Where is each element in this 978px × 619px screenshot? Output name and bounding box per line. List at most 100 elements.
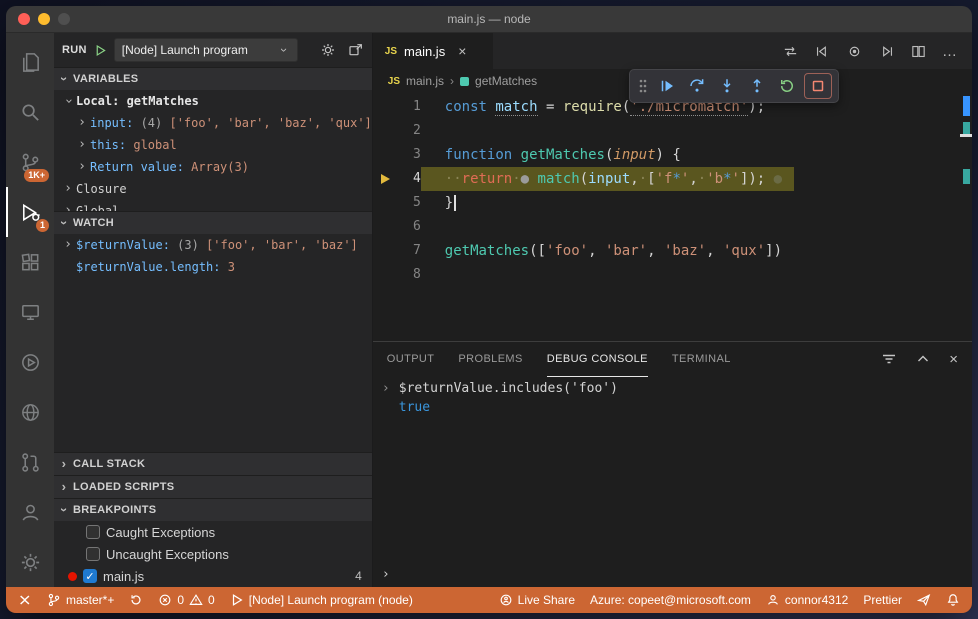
scrollbar-thumb[interactable] <box>960 134 972 137</box>
breakpoint-row[interactable]: Caught Exceptions <box>54 521 372 543</box>
variable-row[interactable]: › this: global <box>54 134 372 156</box>
panel-tab-problems[interactable]: PROBLEMS <box>458 342 522 377</box>
zoom-window-icon[interactable] <box>58 13 70 25</box>
watch-row-label: $returnValue: (3) ['foo', 'bar', 'baz'] <box>76 238 358 252</box>
step-over-button[interactable] <box>684 74 710 98</box>
sidebar-item-accounts[interactable] <box>6 487 54 537</box>
code-line[interactable]: 7 getMatches(['foo', 'bar', 'baz', 'qux']… <box>373 239 972 263</box>
github-account[interactable]: connor4312 <box>766 593 848 607</box>
code-line[interactable]: 2 <box>373 119 972 143</box>
title-bar[interactable]: main.js — node <box>6 6 972 33</box>
restart-button[interactable] <box>774 74 800 98</box>
formatter-indicator[interactable]: Prettier <box>863 593 902 607</box>
chevron-up-icon[interactable] <box>915 351 931 367</box>
sidebar-item-extensions[interactable] <box>6 237 54 287</box>
remote-indicator[interactable] <box>18 593 32 607</box>
code-editor[interactable]: 1 const match = require('./micromatch'); 2… <box>373 93 972 341</box>
problems-indicator[interactable]: 0 0 <box>158 593 215 607</box>
notifications-button[interactable] <box>946 593 960 607</box>
code-line[interactable]: 6 <box>373 215 972 239</box>
breakpoints-section-header[interactable]: › BREAKPOINTS <box>54 498 372 521</box>
feedback-button[interactable] <box>917 593 931 607</box>
tab-main-js[interactable]: JS main.js × <box>372 33 493 69</box>
twisty-closed-icon[interactable]: › <box>76 138 88 151</box>
open-debug-console-icon[interactable] <box>348 42 364 58</box>
twisty-closed-icon[interactable]: › <box>62 182 74 195</box>
azure-account[interactable]: Azure: copeet@microsoft.com <box>590 593 751 607</box>
panel-tab-debug-console[interactable]: DEBUG CONSOLE <box>546 342 648 377</box>
breadcrumb-symbol[interactable]: getMatches <box>475 74 537 88</box>
sidebar-item-github-pull-requests[interactable] <box>6 437 54 487</box>
console-input-row[interactable]: › <box>373 564 972 584</box>
loaded-scripts-section-header[interactable]: › LOADED SCRIPTS <box>54 475 372 498</box>
debug-settings-gear-icon[interactable] <box>320 42 336 58</box>
variable-row[interactable]: › input: (4) ['foo', 'bar', 'baz', 'qux'] <box>54 112 372 134</box>
split-editor-icon[interactable] <box>910 43 927 60</box>
close-tab-icon[interactable]: × <box>458 43 466 59</box>
call-stack-section-header[interactable]: › CALL STACK <box>54 452 372 475</box>
filter-icon[interactable] <box>881 351 897 367</box>
sidebar-item-browser[interactable] <box>6 387 54 437</box>
sidebar-item-source-control[interactable]: 1K+ <box>6 137 54 187</box>
account-icon <box>22 504 38 521</box>
debug-config-indicator[interactable]: [Node] Launch program (node) <box>230 593 413 607</box>
close-panel-icon[interactable]: × <box>949 351 958 368</box>
continue-forward-icon[interactable] <box>878 43 895 60</box>
overview-ruler[interactable] <box>960 93 972 341</box>
tab-label: main.js <box>404 43 446 59</box>
sidebar-item-remote-explorer[interactable] <box>6 287 54 337</box>
launch-config-select[interactable]: [Node] Launch program › <box>113 38 298 62</box>
console-text: $returnValue.includes('foo') <box>398 381 618 396</box>
panel-tab-output[interactable]: OUTPUT <box>387 342 435 377</box>
watch-section-header[interactable]: › WATCH <box>54 211 372 234</box>
reverse-continue-icon[interactable] <box>814 43 831 60</box>
record-icon[interactable] <box>846 43 863 60</box>
variable-row[interactable]: › Global <box>54 200 372 211</box>
stop-button[interactable] <box>803 73 832 99</box>
sidebar-item-settings[interactable] <box>6 537 54 587</box>
code-line[interactable]: 3 function getMatches(input) { <box>373 143 972 167</box>
breadcrumb-file[interactable]: main.js <box>406 74 444 88</box>
close-window-icon[interactable] <box>18 13 30 25</box>
breakpoint-checkbox[interactable] <box>86 525 100 539</box>
breakpoint-row[interactable]: ✓ main.js 4 <box>54 565 372 587</box>
watch-row[interactable]: $returnValue.length: 3 <box>54 256 372 278</box>
variables-section-header[interactable]: › VARIABLES <box>54 67 372 90</box>
variable-row[interactable]: › Closure <box>54 178 372 200</box>
variable-row[interactable]: › Return value: Array(3) <box>54 156 372 178</box>
code-line[interactable]: 5} <box>373 191 972 215</box>
code-line[interactable]: 8 <box>373 263 972 287</box>
sync-button[interactable] <box>129 593 143 607</box>
panel-tab-terminal[interactable]: TERMINAL <box>672 342 731 377</box>
twisty-open-icon[interactable]: › <box>61 95 76 107</box>
live-share-button[interactable]: Live Share <box>499 593 575 607</box>
sidebar-item-run-and-debug[interactable]: 1 <box>6 187 54 237</box>
twisty-closed-icon[interactable]: › <box>76 160 88 173</box>
console-text: true <box>398 400 431 415</box>
sidebar-item-live-preview[interactable] <box>6 337 54 387</box>
breakpoint-row[interactable]: Uncaught Exceptions <box>54 543 372 565</box>
twisty-closed-icon[interactable]: › <box>76 116 88 129</box>
drag-handle-icon[interactable] <box>636 78 650 94</box>
sidebar-item-explorer[interactable] <box>6 37 54 87</box>
twisty-open-icon: › <box>57 76 72 82</box>
code-line[interactable]: 4 ··return·● match(input,·['f*',·'b*']); … <box>373 167 972 191</box>
branch-name: master*+ <box>66 593 115 607</box>
breakpoint-checkbox[interactable] <box>86 547 100 561</box>
glyph-margin[interactable] <box>373 174 399 184</box>
start-debugging-icon[interactable] <box>94 44 107 57</box>
minimize-window-icon[interactable] <box>38 13 50 25</box>
step-out-button[interactable] <box>744 74 770 98</box>
more-actions-icon[interactable]: … <box>942 43 958 60</box>
git-branch-indicator[interactable]: master*+ <box>47 593 114 607</box>
variable-row[interactable]: › Local: getMatches <box>54 90 372 112</box>
watch-row[interactable]: › $returnValue: (3) ['foo', 'bar', 'baz'] <box>54 234 372 256</box>
step-into-button[interactable] <box>714 74 740 98</box>
twisty-closed-icon[interactable]: › <box>62 238 74 251</box>
sidebar-item-search[interactable] <box>6 87 54 137</box>
open-changes-icon[interactable] <box>782 43 799 60</box>
continue-button[interactable] <box>654 74 680 98</box>
errors-icon <box>159 594 171 606</box>
debug-console[interactable]: › $returnValue.includes('foo') true › <box>373 376 972 587</box>
breakpoint-checkbox[interactable]: ✓ <box>83 569 97 583</box>
